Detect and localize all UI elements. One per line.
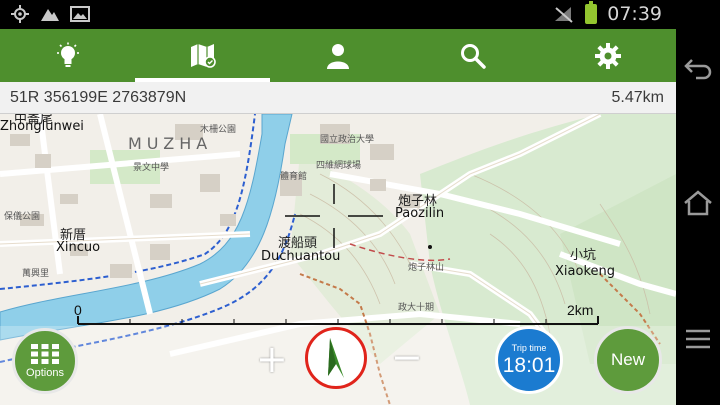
tab-settings[interactable] — [541, 29, 676, 82]
image-icon — [70, 6, 90, 22]
options-button[interactable]: Options — [12, 328, 78, 394]
map-label: 四維網球場 — [316, 161, 362, 171]
coordinate-bar: 51R 356199E 2763879N 5.47km — [0, 82, 676, 114]
grid-icon — [31, 344, 59, 364]
options-label: Options — [26, 367, 64, 379]
scale-start-label: 0 — [74, 302, 82, 318]
lightbulb-icon — [56, 42, 79, 67]
map-icon — [190, 43, 216, 68]
coordinates-readout: 51R 356199E 2763879N — [10, 89, 187, 106]
map-label: 萬興里 — [22, 269, 50, 279]
home-icon[interactable] — [682, 188, 714, 218]
battery-icon — [585, 1, 598, 24]
map-label: 木柵公園 — [200, 125, 237, 135]
system-navigation — [676, 0, 720, 405]
trip-time-label: Trip time — [511, 342, 547, 353]
location-icon — [11, 5, 29, 23]
map-label: Xincuo — [56, 240, 101, 255]
tab-profile[interactable] — [270, 29, 405, 82]
tab-tips[interactable] — [0, 29, 135, 82]
map-label: Duchuantou — [261, 249, 341, 264]
scale-end-label: 2km — [567, 302, 594, 318]
tab-search[interactable] — [406, 29, 541, 82]
zoom-in-button[interactable]: + — [256, 340, 288, 378]
compass-button[interactable] — [305, 327, 367, 389]
person-icon — [327, 43, 349, 69]
trip-time-button[interactable]: Trip time 18:01 — [495, 326, 563, 394]
mountain-icon — [41, 9, 59, 21]
map-label: 小坑 — [570, 248, 597, 263]
menu-icon[interactable] — [682, 324, 714, 354]
map-label: 景文中學 — [133, 163, 170, 173]
zoom-out-button[interactable]: − — [391, 338, 423, 376]
back-icon[interactable] — [682, 52, 714, 82]
no-signal-icon — [555, 7, 573, 23]
search-icon — [461, 43, 486, 69]
map-label: 保儀公園 — [4, 212, 41, 222]
map-label: 體育館 — [280, 172, 308, 182]
trip-time-value: 18:01 — [502, 353, 556, 377]
status-bar: 07:39 — [0, 0, 676, 29]
new-label: New — [610, 350, 645, 369]
app-toolbar — [0, 29, 676, 82]
tab-map[interactable] — [135, 29, 271, 82]
clock: 07:39 — [607, 3, 662, 25]
map-label: 炮子林山 — [408, 263, 445, 273]
distance-readout: 5.47km — [611, 89, 664, 106]
map-label: Paozilin — [395, 206, 445, 221]
compass-arrow-icon — [328, 338, 344, 378]
new-trip-button[interactable]: New — [594, 326, 662, 394]
map-label: MUZHA — [128, 134, 213, 153]
map-label: 中崙尾 — [14, 114, 54, 127]
map-label: Xiaokeng — [555, 264, 615, 279]
gear-icon — [595, 42, 622, 69]
map-label: 國立政治大學 — [320, 135, 375, 145]
map-label: 政大十期 — [398, 303, 435, 313]
